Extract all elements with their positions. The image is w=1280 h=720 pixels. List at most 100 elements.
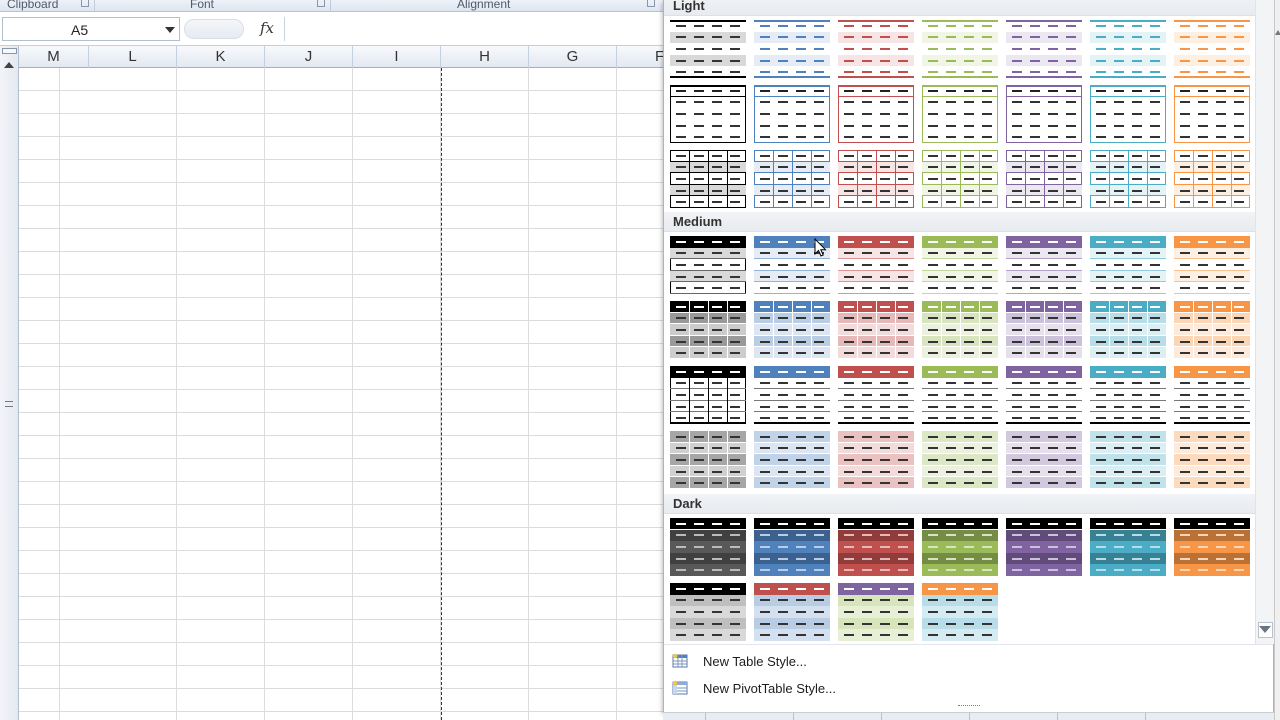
table-style-dark-10[interactable] (838, 583, 914, 641)
column-header[interactable]: L (89, 46, 177, 68)
table-style-medium-10[interactable] (838, 301, 914, 359)
table-style-light-14[interactable] (1174, 85, 1250, 143)
table-style-medium-4[interactable] (922, 236, 998, 294)
column-header[interactable]: K (177, 46, 265, 68)
table-style-dark-6[interactable] (1090, 518, 1166, 576)
table-style-light-17[interactable] (838, 150, 914, 208)
table-style-medium-8[interactable] (670, 301, 746, 359)
section-header-dark: Dark (664, 494, 1255, 514)
table-style-medium-18[interactable] (922, 366, 998, 424)
formula-bar: A5 fx (0, 12, 664, 46)
table-style-medium-24[interactable] (838, 431, 914, 489)
dialog-launcher-icon[interactable] (81, 0, 89, 7)
table-style-medium-13[interactable] (1090, 301, 1166, 359)
scroll-up-icon[interactable] (1275, 30, 1280, 35)
scroll-down-icon[interactable] (1259, 626, 1271, 633)
resize-grip-icon[interactable] (958, 705, 980, 709)
table-style-light-11[interactable] (922, 85, 998, 143)
table-style-light-15[interactable] (670, 150, 746, 208)
table-style-dark-9[interactable] (754, 583, 830, 641)
column-header[interactable]: G (529, 46, 617, 68)
pivot-style-icon (672, 680, 688, 695)
table-style-light-16[interactable] (754, 150, 830, 208)
table-style-light-9[interactable] (754, 85, 830, 143)
table-style-medium-20[interactable] (1090, 366, 1166, 424)
splitter-handle-icon[interactable] (5, 401, 13, 407)
table-style-medium-19[interactable] (1006, 366, 1082, 424)
group-label: Font (190, 0, 215, 11)
table-style-light-18[interactable] (922, 150, 998, 208)
table-style-medium-25[interactable] (922, 431, 998, 489)
table-style-medium-23[interactable] (754, 431, 830, 489)
insert-function-icon[interactable]: fx (260, 19, 274, 37)
ribbon-group-clipboard: Clipboard (7, 0, 89, 11)
table-style-medium-1[interactable] (670, 236, 746, 294)
table-style-light-20[interactable] (1090, 150, 1166, 208)
table-style-light-21[interactable] (1174, 150, 1250, 208)
row-header-gutter (0, 46, 19, 720)
table-style-medium-28[interactable] (1174, 431, 1250, 489)
formula-bar-grip (184, 19, 244, 39)
chevron-down-icon[interactable] (165, 27, 175, 33)
worksheet-grid[interactable]: M L K J I H G F (0, 46, 705, 720)
table-style-medium-21[interactable] (1174, 366, 1250, 424)
name-box-value: A5 (71, 22, 89, 38)
table-style-dark-2[interactable] (754, 518, 830, 576)
column-header[interactable]: M (19, 46, 89, 68)
table-style-dark-11[interactable] (922, 583, 998, 641)
page-break-line (441, 68, 442, 720)
table-style-light-5[interactable] (1006, 20, 1082, 78)
column-header[interactable]: J (265, 46, 353, 68)
new-table-style-item[interactable]: New Table Style... (664, 650, 1273, 674)
name-box[interactable]: A5 (2, 17, 180, 41)
table-style-light-13[interactable] (1090, 85, 1166, 143)
table-style-medium-17[interactable] (838, 366, 914, 424)
table-style-dark-7[interactable] (1174, 518, 1250, 576)
table-style-light-8[interactable] (670, 85, 746, 143)
cell-grid[interactable] (19, 68, 664, 720)
scroll-up-icon[interactable] (4, 62, 14, 68)
table-style-dark-1[interactable] (670, 518, 746, 576)
table-style-dark-8[interactable] (670, 583, 746, 641)
table-style-medium-15[interactable] (670, 366, 746, 424)
table-style-light-6[interactable] (1090, 20, 1166, 78)
table-style-medium-7[interactable] (1174, 236, 1250, 294)
table-style-light-2[interactable] (754, 20, 830, 78)
table-style-light-19[interactable] (1006, 150, 1082, 208)
table-style-medium-14[interactable] (1174, 301, 1250, 359)
ribbon-group-alignment: Alignment (457, 0, 655, 11)
status-strip (663, 712, 1274, 720)
table-style-medium-27[interactable] (1090, 431, 1166, 489)
table-style-light-1[interactable] (670, 20, 746, 78)
formula-input[interactable] (284, 17, 664, 41)
table-style-icon (672, 653, 688, 668)
table-style-medium-6[interactable] (1090, 236, 1166, 294)
table-style-light-10[interactable] (838, 85, 914, 143)
table-style-medium-2[interactable] (754, 236, 830, 294)
table-style-medium-3[interactable] (838, 236, 914, 294)
split-box-icon[interactable] (2, 48, 17, 54)
ribbon-group-font: Font (190, 0, 325, 11)
dialog-launcher-icon[interactable] (647, 0, 655, 7)
column-header[interactable]: I (353, 46, 441, 68)
table-style-dark-3[interactable] (838, 518, 914, 576)
table-style-light-3[interactable] (838, 20, 914, 78)
table-style-dark-5[interactable] (1006, 518, 1082, 576)
gallery-scrollbar[interactable] (1255, 0, 1274, 644)
table-style-medium-12[interactable] (1006, 301, 1082, 359)
table-style-dark-4[interactable] (922, 518, 998, 576)
table-styles-gallery: Light Medium Dark New Table Style... New… (663, 0, 1274, 712)
table-style-medium-11[interactable] (922, 301, 998, 359)
dialog-launcher-icon[interactable] (317, 0, 325, 7)
new-pivottable-style-item[interactable]: New PivotTable Style... (664, 677, 1273, 701)
table-style-medium-5[interactable] (1006, 236, 1082, 294)
table-style-light-7[interactable] (1174, 20, 1250, 78)
table-style-light-4[interactable] (922, 20, 998, 78)
table-style-medium-22[interactable] (670, 431, 746, 489)
group-label: Clipboard (7, 0, 59, 11)
table-style-medium-9[interactable] (754, 301, 830, 359)
column-header[interactable]: H (441, 46, 529, 68)
table-style-light-12[interactable] (1006, 85, 1082, 143)
table-style-medium-16[interactable] (754, 366, 830, 424)
table-style-medium-26[interactable] (1006, 431, 1082, 489)
